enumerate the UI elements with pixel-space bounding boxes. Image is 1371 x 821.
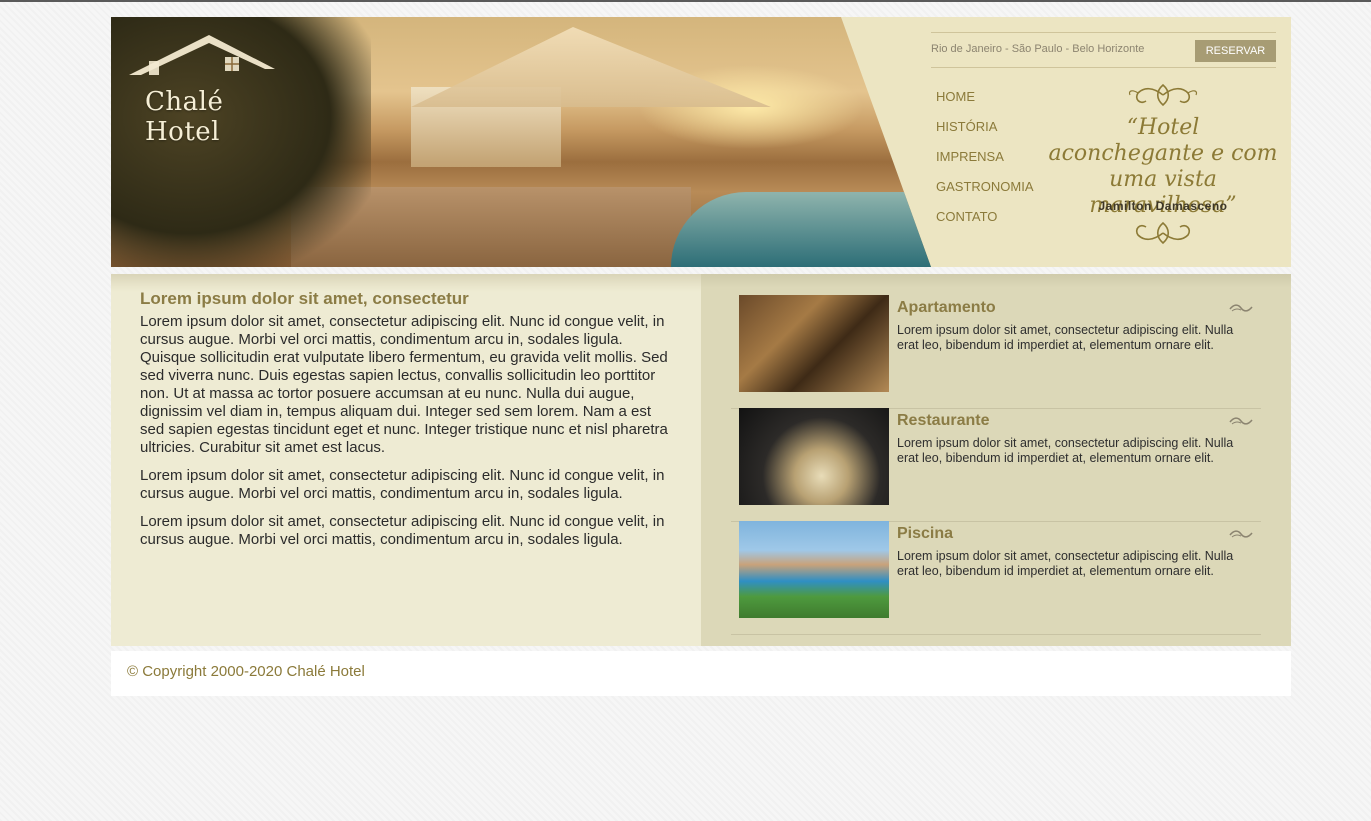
house-roof-icon	[129, 35, 275, 75]
testimonial: “Hotel aconchegante e com uma vista mara…	[1048, 81, 1278, 251]
copyright-text: © Copyright 2000-2020 Chalé Hotel	[127, 663, 365, 680]
reserve-button[interactable]: RESERVAR	[1195, 40, 1276, 62]
feature-apartamento[interactable]: Apartamento Lorem ipsum dolor sit amet, …	[731, 295, 1261, 409]
nav-item-contato[interactable]: CONTATO	[936, 207, 1034, 237]
ornament-top-icon	[1128, 83, 1198, 107]
feature-restaurante[interactable]: Restaurante Lorem ipsum dolor sit amet, …	[731, 408, 1261, 522]
nav-item-historia[interactable]: HISTÓRIA	[936, 117, 1034, 147]
paragraph: Lorem ipsum dolor sit amet, consectetur …	[140, 467, 665, 502]
paragraph: Lorem ipsum dolor sit amet, consectetur …	[140, 513, 665, 548]
flourish-icon	[1229, 304, 1253, 312]
apartamento-image[interactable]	[739, 295, 889, 392]
features-panel: Apartamento Lorem ipsum dolor sit amet, …	[701, 274, 1291, 646]
nav-item-gastronomia[interactable]: GASTRONOMIA	[936, 177, 1034, 207]
main-content: Lorem ipsum dolor sit amet, consectetur …	[111, 274, 701, 646]
top-border	[0, 0, 1371, 2]
paragraph: Lorem ipsum dolor sit amet, consectetur …	[140, 313, 668, 456]
footer: © Copyright 2000-2020 Chalé Hotel	[111, 651, 1291, 696]
nav-item-imprensa[interactable]: IMPRENSA	[936, 147, 1034, 177]
restaurante-image[interactable]	[739, 408, 889, 505]
flourish-icon	[1229, 417, 1253, 425]
cities-bar: Rio de Janeiro - São Paulo - Belo Horizo…	[931, 32, 1276, 68]
main-text: Lorem ipsum dolor sit amet, consectetur …	[140, 313, 670, 559]
main-nav: HOME HISTÓRIA IMPRENSA GASTRONOMIA CONTA…	[936, 87, 1034, 237]
ornament-bottom-icon	[1135, 221, 1191, 245]
feature-piscina[interactable]: Piscina Lorem ipsum dolor sit amet, cons…	[731, 521, 1261, 635]
feature-title[interactable]: Apartamento	[897, 299, 996, 317]
main-title: Lorem ipsum dolor sit amet, consectetur	[140, 289, 469, 308]
feature-text: Lorem ipsum dolor sit amet, consectetur …	[897, 549, 1234, 578]
umbrella	[411, 27, 771, 107]
feature-text: Lorem ipsum dolor sit amet, consectetur …	[897, 323, 1234, 352]
feature-title[interactable]: Restaurante	[897, 412, 989, 430]
cities-text: Rio de Janeiro - São Paulo - Belo Horizo…	[931, 43, 1145, 55]
logo-text: Chalé Hotel	[145, 87, 224, 147]
pool	[671, 192, 931, 267]
piscina-image[interactable]	[739, 521, 889, 618]
nav-item-home[interactable]: HOME	[936, 87, 1034, 117]
feature-title[interactable]: Piscina	[897, 525, 953, 543]
header: Chalé Hotel Rio de Janeiro - São Paulo -…	[111, 17, 1291, 267]
quote-author: Jamilton Damasceno	[1098, 199, 1228, 213]
flourish-icon	[1229, 530, 1253, 538]
logo[interactable]: Chalé Hotel	[125, 31, 285, 147]
feature-text: Lorem ipsum dolor sit amet, consectetur …	[897, 436, 1234, 465]
